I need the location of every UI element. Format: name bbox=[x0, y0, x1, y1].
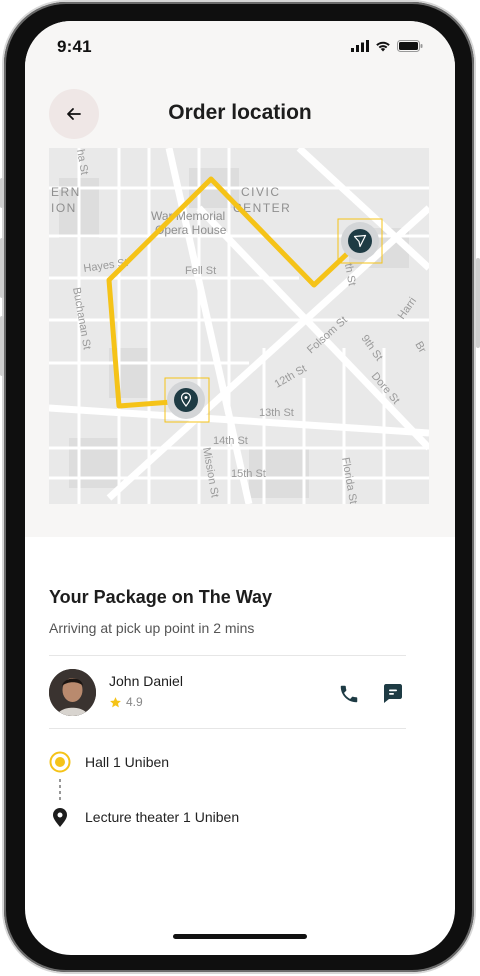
route-origin: Hall 1 Uniben bbox=[49, 751, 169, 773]
origin-label: Hall 1 Uniben bbox=[85, 754, 170, 770]
package-subtitle: Arriving at pick up point in 2 mins bbox=[49, 620, 255, 636]
call-button[interactable] bbox=[338, 683, 360, 705]
divider bbox=[49, 655, 406, 656]
package-title: Your Package on The Way bbox=[49, 587, 273, 607]
divider bbox=[49, 728, 406, 729]
side-button-power bbox=[476, 258, 480, 348]
wifi-icon bbox=[376, 41, 390, 52]
driver-rating: 4.9 bbox=[109, 695, 143, 709]
map-view[interactable]: Hayes St Fell St Buchanan St Folsom St 9… bbox=[49, 148, 429, 504]
page-title: Order location bbox=[168, 101, 312, 124]
route-destination: Lecture theater 1 Uniben bbox=[49, 806, 239, 828]
phone-icon bbox=[340, 685, 358, 703]
message-button[interactable] bbox=[380, 681, 404, 705]
status-icons bbox=[351, 40, 423, 52]
route-connector bbox=[59, 779, 61, 803]
map-label: 15th St bbox=[231, 468, 266, 480]
map-label: Fell St bbox=[185, 265, 216, 277]
side-button-mute bbox=[0, 178, 4, 208]
destination-label: Lecture theater 1 Uniben bbox=[85, 809, 240, 825]
package-info: Your Package on The Way Arriving at pick… bbox=[49, 587, 431, 636]
screen: 9:41 Order location Hayes St Fell St Buc… bbox=[25, 21, 455, 955]
location-pin-icon bbox=[53, 808, 67, 827]
avatar bbox=[49, 669, 96, 716]
home-indicator[interactable] bbox=[173, 934, 307, 939]
map-label: 13th St bbox=[259, 407, 294, 419]
signal-icon bbox=[351, 40, 369, 52]
status-time: 9:41 bbox=[57, 37, 92, 56]
driver-card: John Daniel 4.9 bbox=[49, 669, 406, 721]
star-icon bbox=[110, 696, 121, 707]
side-button-volume-down bbox=[0, 316, 4, 376]
map-poi-label: ERN bbox=[51, 185, 81, 199]
message-icon bbox=[384, 684, 402, 703]
map-label: 14th St bbox=[213, 435, 248, 447]
side-button-volume-up bbox=[0, 238, 4, 298]
origin-dot-icon bbox=[49, 751, 71, 773]
rating-value: 4.9 bbox=[126, 695, 143, 709]
driver-name: John Daniel bbox=[109, 673, 183, 689]
battery-icon bbox=[397, 40, 423, 52]
map-poi-label: ION bbox=[51, 201, 77, 215]
map-poi-label: CIVIC bbox=[241, 185, 281, 199]
map-poi-label: War Memorial bbox=[151, 209, 225, 223]
